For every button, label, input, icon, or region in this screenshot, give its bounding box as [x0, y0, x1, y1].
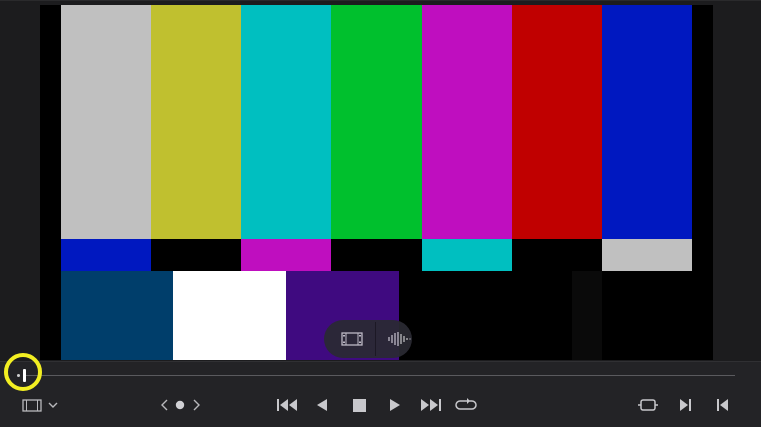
playhead-highlight-ring	[4, 353, 42, 391]
loop-button[interactable]	[453, 394, 479, 416]
bar-yellow	[151, 5, 241, 239]
prev-edit-button[interactable]	[158, 394, 170, 416]
stop-icon	[352, 398, 366, 412]
overlay-divider	[375, 322, 376, 356]
audio-waveform-icon	[387, 331, 413, 347]
bar-magenta	[422, 5, 512, 239]
step-back-button[interactable]	[312, 394, 332, 416]
bar-cyan	[241, 5, 331, 239]
transport-bar	[0, 361, 761, 427]
filmstrip-icon	[341, 332, 363, 346]
filmstrip-icon	[22, 398, 42, 412]
stop-button[interactable]	[349, 394, 369, 416]
prev-clip-button[interactable]	[713, 394, 731, 416]
skip-to-start-button[interactable]	[274, 394, 300, 416]
strip-gray	[602, 239, 692, 271]
next-edit-button[interactable]	[190, 394, 202, 416]
chevron-down-icon	[48, 402, 58, 409]
add-marker-button[interactable]	[173, 394, 187, 416]
strip-blue	[61, 239, 151, 271]
skip-to-end-button[interactable]	[418, 394, 444, 416]
block-navy	[61, 271, 173, 360]
block-dark-strip	[572, 271, 602, 360]
video-frame	[40, 5, 713, 360]
next-clip-icon	[679, 398, 692, 412]
skip-to-start-icon	[276, 398, 298, 412]
scrubber-track[interactable]	[24, 375, 735, 376]
bar-green	[331, 5, 422, 239]
prev-clip-icon	[716, 398, 729, 412]
skip-to-end-icon	[420, 398, 442, 412]
dot-icon	[175, 400, 185, 410]
bar-blue	[602, 5, 692, 239]
strip-cyan	[422, 239, 512, 271]
loop-icon	[455, 397, 477, 413]
bar-red	[512, 5, 602, 239]
bar-gray	[61, 5, 151, 239]
chevron-left-icon	[160, 399, 168, 411]
viewer-mode-menu[interactable]	[20, 394, 60, 416]
match-frame-button[interactable]	[636, 394, 660, 416]
play-button[interactable]	[385, 394, 405, 416]
viewer-panel	[0, 0, 761, 362]
audio-view-button[interactable]	[384, 320, 416, 358]
overlay-view-toggle	[324, 320, 412, 358]
next-clip-button[interactable]	[676, 394, 694, 416]
strip-magenta	[241, 239, 331, 271]
step-back-icon	[316, 398, 328, 412]
match-frame-icon	[638, 398, 658, 412]
video-view-button[interactable]	[332, 320, 372, 358]
chevron-right-icon	[193, 399, 200, 411]
block-white	[173, 271, 286, 360]
play-icon	[389, 398, 401, 412]
